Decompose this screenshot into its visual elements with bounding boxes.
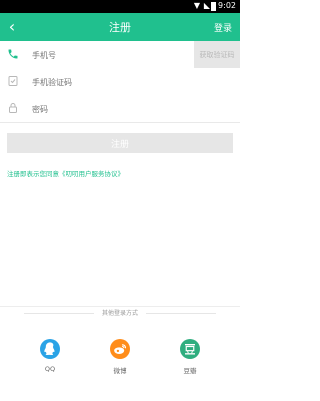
weibo-login[interactable]: 微博: [100, 339, 140, 375]
top-bar: ‹ 注册 登录: [0, 13, 240, 41]
status-time: 9:02: [218, 1, 236, 10]
phone-row: 获取验证码: [0, 41, 240, 69]
password-row: [0, 95, 240, 123]
wifi-icon: ▼: [193, 1, 200, 10]
qq-login[interactable]: QQ: [30, 339, 70, 373]
signal-icon: ◣: [203, 1, 210, 10]
douban-label: 豆瓣: [183, 367, 197, 375]
battery-icon: [211, 2, 216, 11]
agreement-link[interactable]: 注册即表示您同意《叨叨用户服务协议》: [7, 168, 124, 178]
password-input[interactable]: [30, 102, 194, 116]
page-title: 注册: [109, 21, 131, 34]
phone-icon: [8, 49, 18, 59]
other-login-title: 其他登录方式: [0, 308, 240, 317]
status-bar: ▼ ◣ 9:02: [0, 0, 240, 13]
register-button[interactable]: 注册: [7, 133, 233, 153]
qq-icon: [40, 339, 60, 359]
weibo-label: 微博: [113, 367, 127, 375]
code-row: [0, 68, 240, 96]
login-link[interactable]: 登录: [214, 21, 232, 34]
get-code-button[interactable]: 获取验证码: [194, 41, 240, 68]
phone-input[interactable]: [30, 48, 194, 62]
shield-check-icon: [8, 76, 18, 86]
douban-icon: [180, 339, 200, 359]
lock-icon: [9, 103, 17, 113]
code-input[interactable]: [30, 75, 194, 89]
weibo-icon: [110, 339, 130, 359]
qq-label: QQ: [44, 365, 56, 373]
douban-login[interactable]: 豆瓣: [170, 339, 210, 375]
